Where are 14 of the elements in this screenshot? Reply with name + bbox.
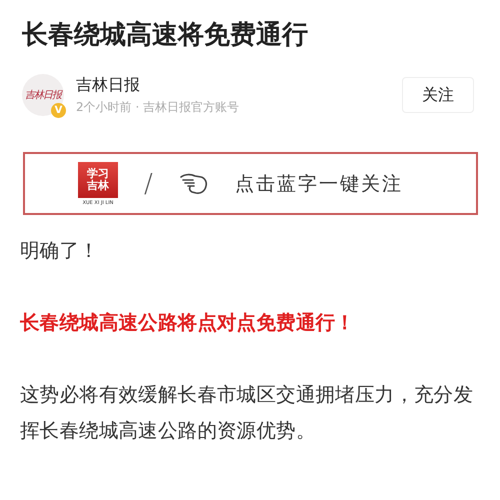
- paragraph: 明确了！: [20, 238, 100, 264]
- post-meta: 2个小时前 · 吉林日报官方账号: [76, 98, 240, 116]
- separator: /: [144, 168, 153, 198]
- follow-button[interactable]: 关注: [402, 77, 474, 113]
- logo-text: 吉林: [87, 180, 109, 192]
- author-name[interactable]: 吉林日报: [76, 74, 390, 96]
- avatar-logo: 吉林日报: [25, 88, 61, 102]
- avatar[interactable]: 吉林日报 V: [22, 74, 64, 116]
- paragraph: 这势必将有效缓解长春市城区交通拥堵压力，充分发挥长春绕城高速公路的资源优势。: [20, 382, 474, 444]
- follow-prompt: 点击蓝字一键关注: [234, 172, 403, 196]
- emphasis-paragraph: 长春绕城高速公路将点对点免费通行！: [20, 310, 356, 336]
- logo-text: 学习: [87, 168, 109, 180]
- article-title: 长春绕城高速将免费通行: [22, 19, 309, 52]
- verified-badge: V: [51, 103, 66, 118]
